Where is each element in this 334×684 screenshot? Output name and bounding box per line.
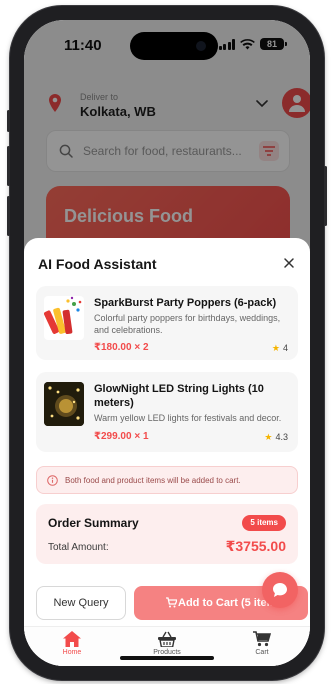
item-count-badge: 5 items (242, 515, 286, 531)
cart-icon (166, 597, 177, 608)
cart-icon (253, 631, 271, 647)
tab-label: Products (153, 649, 181, 656)
star-icon: ★ (264, 432, 273, 442)
tab-products[interactable]: Products (137, 631, 197, 656)
basket-icon (158, 631, 176, 647)
item-rating: ★ 4 (272, 343, 288, 354)
item-rating: ★ 4.3 (264, 432, 288, 443)
item-description: Colorful party poppers for birthdays, we… (94, 313, 281, 336)
item-name: SparkBurst Party Poppers (6-pack) (94, 297, 277, 309)
notice-text: Both food and product items will be adde… (65, 476, 241, 485)
info-icon (47, 475, 58, 486)
home-indicator (120, 656, 214, 660)
power-button (324, 166, 327, 226)
led-string-lights-image (44, 382, 84, 426)
modal-title: AI Food Assistant (38, 256, 157, 272)
phone-frame: 11:40 81 Deliver to Kolkata, WB Search f… (7, 6, 327, 680)
modal-header: AI Food Assistant (24, 238, 310, 288)
star-icon: ★ (271, 343, 280, 353)
bottom-tab-bar: Home Products Cart (24, 626, 310, 666)
volume-down-button (7, 196, 10, 236)
rating-value: 4 (282, 343, 288, 353)
total-amount-label: Total Amount: (48, 542, 109, 553)
party-poppers-image (44, 296, 84, 340)
cart-item-card[interactable]: SparkBurst Party Poppers (6-pack) Colorf… (36, 286, 298, 360)
tab-cart[interactable]: Cart (232, 631, 292, 656)
item-price: ₹180.00 × 2 (94, 342, 149, 353)
chat-button[interactable] (262, 572, 298, 608)
order-summary-title: Order Summary (48, 516, 139, 530)
home-icon (63, 631, 81, 647)
new-query-button[interactable]: New Query (36, 586, 126, 620)
total-amount-value: ₹3755.00 (225, 538, 286, 554)
cart-item-card[interactable]: GlowNight LED String Lights (10 meters) … (36, 372, 298, 452)
tab-label: Home (62, 649, 82, 656)
volume-up-button (7, 146, 10, 186)
tab-label: Cart (255, 649, 269, 656)
order-summary: Order Summary 5 items Total Amount: ₹375… (36, 504, 298, 564)
close-icon[interactable] (282, 256, 296, 270)
item-name: GlowNight LED String Lights (10 meters) (94, 383, 264, 410)
chat-bubble-icon (273, 583, 287, 597)
item-description: Warm yellow LED lights for festivals and… (94, 413, 282, 423)
ai-assistant-modal: AI Food Assistant SparkBurst Party Poppe… (24, 238, 310, 666)
screen: 11:40 81 Deliver to Kolkata, WB Search f… (24, 20, 310, 666)
item-price: ₹299.00 × 1 (94, 431, 149, 442)
action-button (7, 110, 10, 132)
tab-home[interactable]: Home (42, 631, 102, 656)
rating-value: 4.3 (275, 432, 288, 442)
cart-notice: Both food and product items will be adde… (36, 466, 298, 494)
